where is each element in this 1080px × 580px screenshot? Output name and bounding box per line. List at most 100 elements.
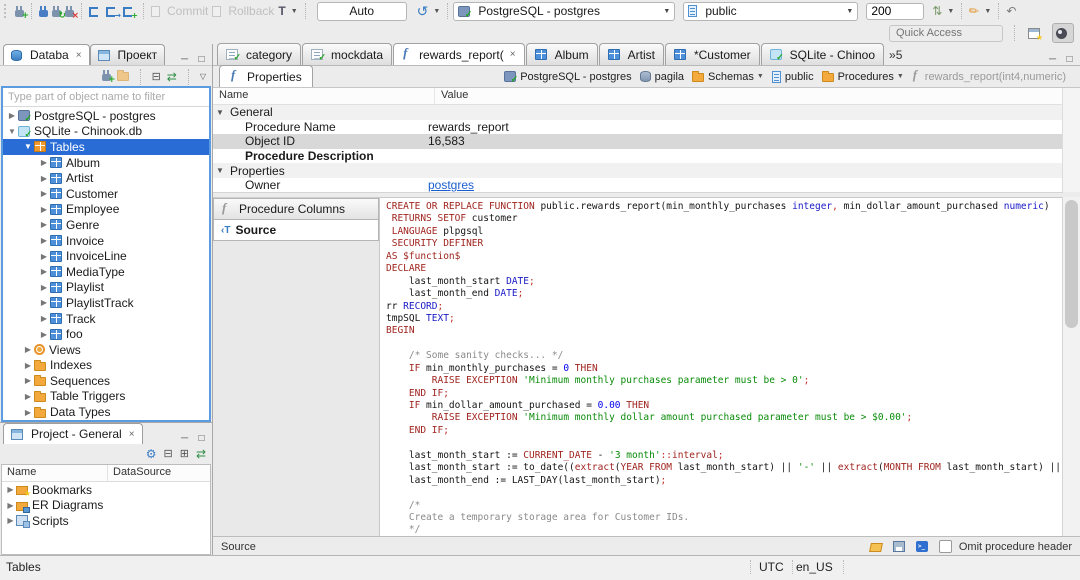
close-icon[interactable]: × (510, 49, 516, 60)
grid-row[interactable]: Procedure Description (213, 149, 1063, 164)
maximize-button[interactable]: □ (195, 433, 208, 444)
grid-row[interactable]: ▼ General (213, 105, 1063, 120)
expander-icon[interactable]: ▼ (213, 166, 230, 175)
grid-row[interactable]: Owner postgres (213, 178, 1063, 192)
save-icon[interactable] (892, 541, 905, 552)
expand-all-icon[interactable]: ⊞ (180, 448, 189, 460)
maximize-button[interactable]: □ (195, 54, 208, 65)
expander-icon[interactable]: ▶ (38, 236, 50, 245)
grid-column-value[interactable]: Value (435, 88, 474, 104)
tree-item[interactable]: ▶ Track (3, 311, 209, 327)
scrollbar-thumb[interactable] (1065, 200, 1078, 328)
new-connection-button[interactable]: + (13, 1, 29, 21)
expander-icon[interactable]: ▶ (22, 376, 34, 385)
tree-item[interactable]: ▶ Playlist (3, 280, 209, 296)
schema-select[interactable]: public ▼ (683, 1, 859, 21)
tab-database-navigator[interactable]: Databa × (3, 44, 90, 65)
breadcrumb-item[interactable]: rewards_report(int4,numeric) (912, 67, 1066, 83)
expander-icon[interactable]: ▼ (22, 142, 34, 151)
format-button[interactable]: ✎ ▼ (966, 1, 993, 21)
nav-new-folder-icon[interactable] (116, 70, 129, 81)
expander-icon[interactable]: ▶ (5, 485, 16, 494)
breadcrumb-item[interactable]: pagila (639, 71, 684, 83)
grid-cell-value[interactable]: postgres (428, 178, 1063, 192)
editor-tab-category[interactable]: category (217, 43, 302, 65)
status-locale[interactable]: en_US (796, 560, 844, 574)
chevron-down-icon[interactable]: ▼ (757, 73, 764, 80)
tab-overflow-indicator[interactable]: »5 (889, 48, 902, 62)
rollback-button[interactable]: Rollback (210, 1, 276, 21)
grid-row[interactable]: ▼ Properties (213, 163, 1063, 178)
expander-icon[interactable]: ▶ (38, 267, 50, 276)
grid-column-name[interactable]: Name (213, 88, 435, 104)
transaction-history-button[interactable]: ↺ ▼ (415, 1, 443, 21)
expander-icon[interactable]: ▶ (38, 298, 50, 307)
maximize-button[interactable]: □ (1063, 54, 1076, 65)
expander-icon[interactable]: ▶ (38, 252, 50, 261)
tree-item[interactable]: ▶ Table Triggers (3, 389, 209, 405)
column-datasource[interactable]: DataSource (108, 465, 176, 481)
expander-icon[interactable]: ▶ (38, 158, 50, 167)
open-perspective-button[interactable] (1026, 24, 1046, 42)
tree-item[interactable]: ▶ Data Types (3, 404, 209, 420)
expander-icon[interactable]: ▼ (213, 108, 230, 117)
expander-icon[interactable]: ▶ (22, 345, 34, 354)
breadcrumb-item[interactable]: PostgreSQL - postgres (504, 71, 632, 85)
collapse-all-icon[interactable]: ⊟ (152, 71, 161, 83)
tree-item[interactable]: ▶ Sequences (3, 373, 209, 389)
minimize-button[interactable]: ─ (178, 54, 191, 65)
expander-icon[interactable]: ▶ (38, 220, 50, 229)
breadcrumb-item[interactable]: public (771, 70, 814, 83)
expander-icon[interactable]: ▶ (38, 314, 50, 323)
expander-icon[interactable]: ▶ (5, 501, 16, 510)
tree-item[interactable]: ▶ InvoiceLine (3, 248, 209, 264)
object-filter-input[interactable] (3, 88, 209, 107)
tree-item[interactable]: ▶ PlaylistTrack (3, 295, 209, 311)
tree-item[interactable]: ▶ PostgreSQL - postgres (3, 108, 209, 125)
expander-icon[interactable]: ▶ (38, 189, 50, 198)
expander-icon[interactable]: ▶ (38, 174, 50, 183)
code-scrollbar[interactable] (1062, 197, 1080, 536)
close-icon[interactable]: × (76, 50, 82, 61)
editor-tab-Album[interactable]: Album (525, 43, 598, 65)
reconnect-button[interactable]: ↻ (50, 1, 66, 21)
tab-properties[interactable]: Properties (219, 65, 313, 87)
autocommit-select[interactable]: Auto (316, 1, 407, 21)
nav-new-connection-icon[interactable]: + (101, 69, 116, 85)
expander-icon[interactable]: ▶ (5, 516, 16, 525)
console-icon[interactable] (915, 541, 928, 552)
column-name[interactable]: Name (2, 465, 108, 481)
subtab-source[interactable]: ‹T Source (213, 220, 379, 241)
expander-icon[interactable]: ▶ (38, 205, 50, 214)
close-icon[interactable]: × (129, 429, 135, 440)
tree-item[interactable]: ▼ Tables (3, 139, 209, 155)
chevron-down-icon[interactable]: ▼ (897, 73, 904, 80)
link-with-editor-icon[interactable]: ⇄ (167, 71, 177, 83)
status-timezone[interactable]: UTC (750, 560, 793, 574)
link-with-editor-icon[interactable]: ⇄ (196, 448, 206, 460)
tree-item[interactable]: ▼ SQLite - Chinook.db (3, 124, 209, 140)
editor-tab-Artist[interactable]: Artist (598, 43, 664, 65)
project-item[interactable]: ▶ Scripts (2, 513, 210, 529)
tree-item[interactable]: ▶ Employee (3, 202, 209, 218)
open-sql-script-button[interactable]: → (104, 1, 121, 21)
expander-icon[interactable]: ▶ (22, 392, 34, 401)
minimize-button[interactable]: ─ (1046, 54, 1059, 65)
breadcrumb-item[interactable]: Schemas ▼ (692, 71, 764, 83)
undo-button[interactable]: ↶ (1004, 1, 1018, 21)
grid-row[interactable]: Procedure Name rewards_report (213, 120, 1063, 135)
tree-item[interactable]: ▶ Indexes (3, 358, 209, 374)
editor-tab-rewards_report[interactable]: rewards_report(× (393, 43, 525, 65)
quick-access-input[interactable] (889, 24, 1003, 42)
tree-item[interactable]: ▶ MediaType (3, 264, 209, 280)
tab-project-general[interactable]: Project - General × (3, 423, 143, 444)
tree-item[interactable]: ▶ Genre (3, 217, 209, 233)
tree-item[interactable]: ▶ Invoice (3, 233, 209, 249)
grid-row[interactable]: Object ID 16,583 (213, 134, 1063, 149)
new-sql-editor-button[interactable]: + (121, 1, 138, 21)
tab-project-navigator[interactable]: Проект (89, 44, 166, 65)
dbeaver-perspective-button[interactable] (1052, 23, 1074, 43)
sql-editor-button[interactable] (87, 1, 104, 21)
sync-button[interactable]: ⇅ ▼ (930, 1, 956, 21)
expander-icon[interactable]: ▶ (22, 408, 34, 417)
